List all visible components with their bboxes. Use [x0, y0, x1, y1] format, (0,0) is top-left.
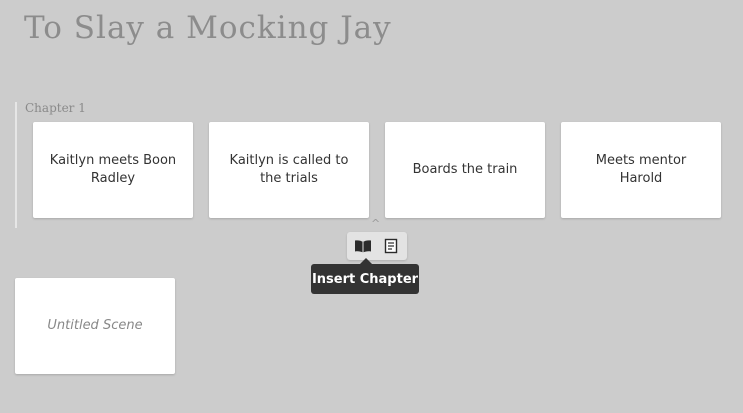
scene-card[interactable]: Kaitlyn meets Boon Radley: [33, 122, 193, 218]
insert-scene-button[interactable]: [379, 235, 403, 257]
tooltip: Insert Chapter: [311, 264, 419, 294]
insert-toolbar: [347, 232, 407, 260]
story-title[interactable]: To Slay a Mocking Jay: [24, 10, 392, 46]
chevron-up-icon: ^: [371, 217, 381, 230]
page-icon: [384, 238, 398, 254]
scene-card[interactable]: Boards the train: [385, 122, 545, 218]
chapter-label[interactable]: Chapter 1: [25, 101, 86, 115]
scene-card-untitled[interactable]: Untitled Scene: [15, 278, 175, 374]
scene-title: Kaitlyn meets Boon Radley: [49, 153, 177, 186]
scene-title: Boards the train: [412, 162, 518, 177]
book-icon: [355, 240, 371, 253]
chapter-divider: [15, 102, 17, 228]
scene-title: Meets mentor Harold: [595, 153, 687, 186]
scene-title: Kaitlyn is called to the trials: [229, 153, 349, 186]
scene-card[interactable]: Meets mentor Harold: [561, 122, 721, 218]
insert-chapter-button[interactable]: [351, 235, 375, 257]
scene-title: Untitled Scene: [47, 318, 143, 333]
scene-card[interactable]: Kaitlyn is called to the trials: [209, 122, 369, 218]
